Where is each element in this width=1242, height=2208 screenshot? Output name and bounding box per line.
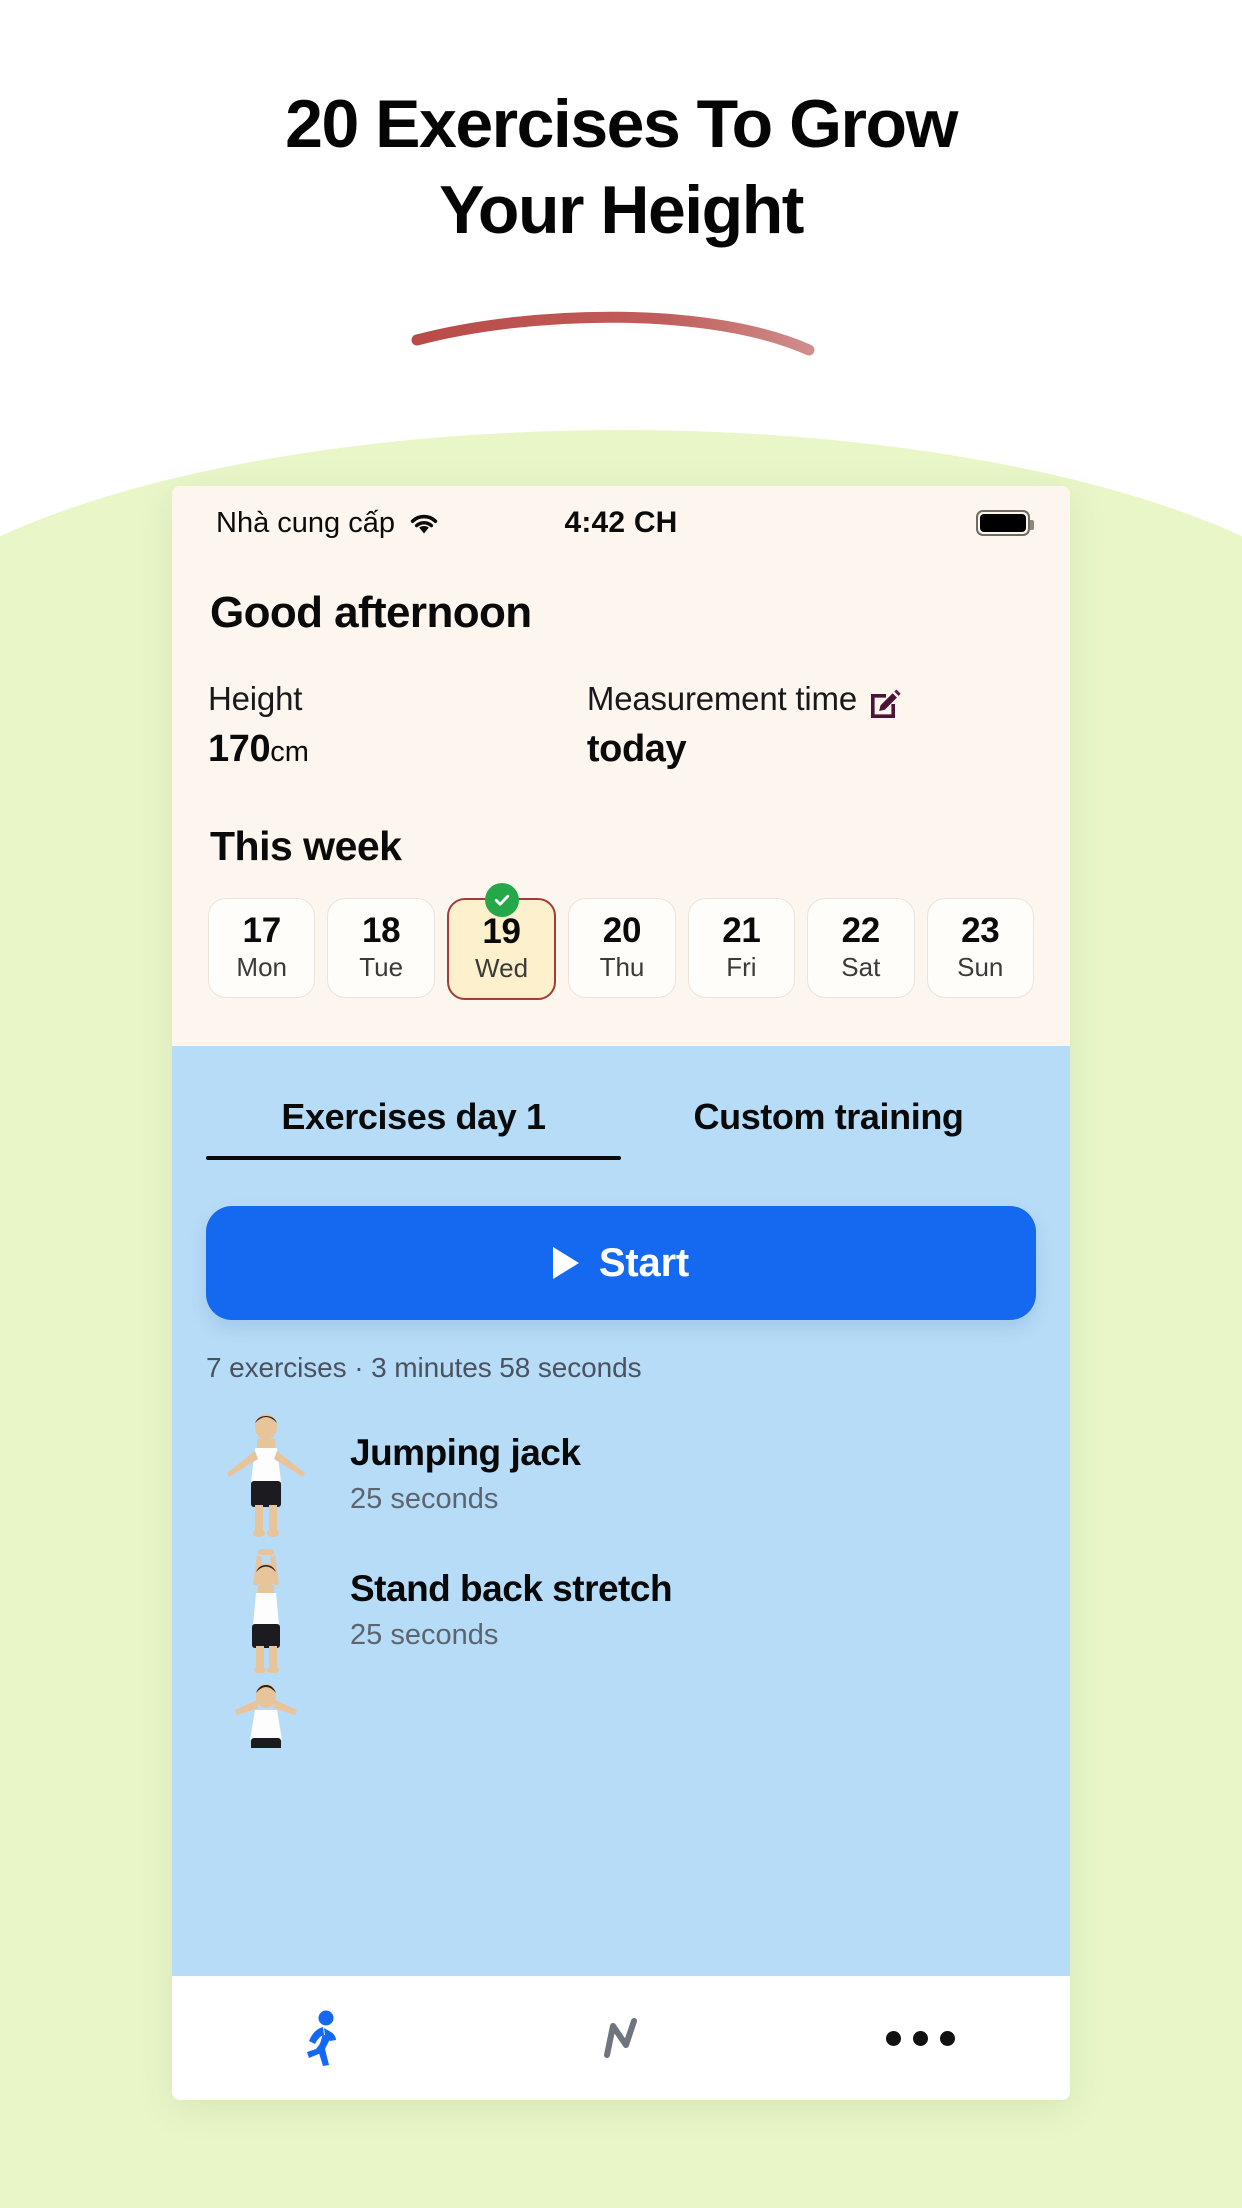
tab-custom-training[interactable]: Custom training	[621, 1096, 1036, 1160]
height-unit: cm	[270, 736, 309, 768]
day-weekday: Fri	[726, 952, 757, 983]
list-item-text: Jumping jack 25 seconds	[334, 1432, 581, 1516]
start-button-label: Start	[598, 1240, 690, 1285]
exercise-duration: 25 seconds	[350, 1483, 499, 1515]
this-week-title: This week	[210, 823, 402, 869]
day-weekday: Sun	[957, 952, 1004, 983]
day-weekday: Sat	[841, 952, 881, 983]
headline-line-1: 20 Exercises To Grow	[285, 86, 958, 162]
header-panel: Good afternoon Height 170cm Measurement …	[172, 560, 1070, 1046]
headline-underline-swoosh	[411, 311, 815, 356]
promo-headline: 20 Exercises To Grow Your Height	[0, 82, 1242, 253]
tab-exercises-day-1[interactable]: Exercises day 1	[206, 1096, 621, 1160]
day-number: 20	[602, 910, 642, 950]
exercise-duration: 25 seconds	[350, 1619, 499, 1651]
tab-progress[interactable]	[471, 1976, 770, 2100]
height-value: 170	[208, 728, 271, 770]
headline-line-2: Your Height	[439, 171, 804, 248]
measurement-time-stat[interactable]: Measurement time today	[587, 680, 1034, 771]
bottom-tab-bar	[172, 1976, 1070, 2100]
day-number: 17	[242, 910, 282, 950]
day-number: 23	[961, 910, 1000, 950]
start-button[interactable]: Start	[206, 1206, 1036, 1320]
exercise-name: Stand back stretch	[350, 1568, 673, 1609]
day-weekday: Wed	[475, 953, 529, 984]
greeting-text: Good afternoon	[210, 588, 532, 637]
workout-tabs: Exercises day 1 Custom training	[206, 1076, 1036, 1160]
height-value-row: 170cm	[208, 728, 587, 771]
workout-summary: 7 exercises · 3 minutes 58 seconds	[206, 1352, 642, 1383]
week-strip: 17 Mon 18 Tue 19 Wed 20 Thu 21 Fri 22 Sa…	[208, 883, 1034, 1000]
exercise-list: Jumping jack 25 seconds Stand back stret…	[206, 1406, 1036, 1748]
status-bar: Nhà cung cấp 4:42 CH	[172, 486, 1070, 560]
play-icon	[552, 1247, 579, 1279]
day-cell[interactable]: 17 Mon	[208, 898, 316, 998]
height-label: Height	[208, 680, 303, 717]
day-number: 18	[361, 910, 401, 950]
list-item[interactable]	[206, 1678, 1036, 1748]
standing-arms-out-figure	[206, 1411, 326, 1537]
hands-behind-head-figure	[206, 1678, 326, 1748]
day-number: 19	[482, 911, 521, 951]
tab-more[interactable]	[771, 1976, 1070, 2100]
day-number: 22	[841, 910, 881, 950]
battery-full-icon	[976, 510, 1034, 536]
tab-workout[interactable]	[172, 1976, 471, 2100]
edit-square-pencil-icon[interactable]	[867, 684, 901, 718]
phone-mockup: Nhà cung cấp 4:42 CH Good afternoon Heig…	[172, 486, 1070, 2100]
list-item-text: Stand back stretch 25 seconds	[334, 1568, 673, 1652]
day-weekday: Mon	[236, 952, 287, 983]
height-stat[interactable]: Height 170cm	[208, 680, 587, 771]
day-cell[interactable]: 20 Thu	[568, 898, 676, 998]
more-dots-icon	[885, 2030, 955, 2046]
day-cell[interactable]: 22 Sat	[807, 898, 915, 998]
arms-overhead-figure	[206, 1547, 326, 1673]
list-item[interactable]: Stand back stretch 25 seconds	[206, 1542, 1036, 1678]
workout-panel: Exercises day 1 Custom training Start 7 …	[172, 1046, 1070, 1976]
list-item-text	[334, 1678, 350, 1687]
day-cell[interactable]: 21 Fri	[687, 898, 796, 998]
carrier-label: Nhà cung cấp	[216, 506, 395, 539]
day-cell[interactable]: 23 Sun	[926, 898, 1034, 998]
day-cell[interactable]: 18 Tue	[327, 898, 435, 998]
running-person-icon	[306, 2010, 336, 2066]
measurement-time-value: today	[586, 728, 687, 770]
measurement-time-label-row: Measurement time	[587, 680, 1034, 718]
measurement-time-label: Measurement time	[586, 680, 857, 717]
status-right-group	[976, 510, 1034, 536]
exercise-name: Jumping jack	[350, 1432, 581, 1473]
carrier-group: Nhà cung cấp	[216, 507, 441, 540]
day-cell-selected[interactable]: 19 Wed	[446, 883, 557, 1000]
trend-chart-icon	[603, 2018, 637, 2058]
day-weekday: Tue	[359, 952, 404, 983]
day-completed-check-icon	[484, 883, 519, 917]
day-weekday: Thu	[599, 952, 645, 983]
stats-row: Height 170cm Measurement time today	[208, 680, 1034, 771]
day-number: 21	[722, 910, 761, 950]
list-item[interactable]: Jumping jack 25 seconds	[206, 1406, 1036, 1542]
wifi-icon	[410, 514, 438, 534]
